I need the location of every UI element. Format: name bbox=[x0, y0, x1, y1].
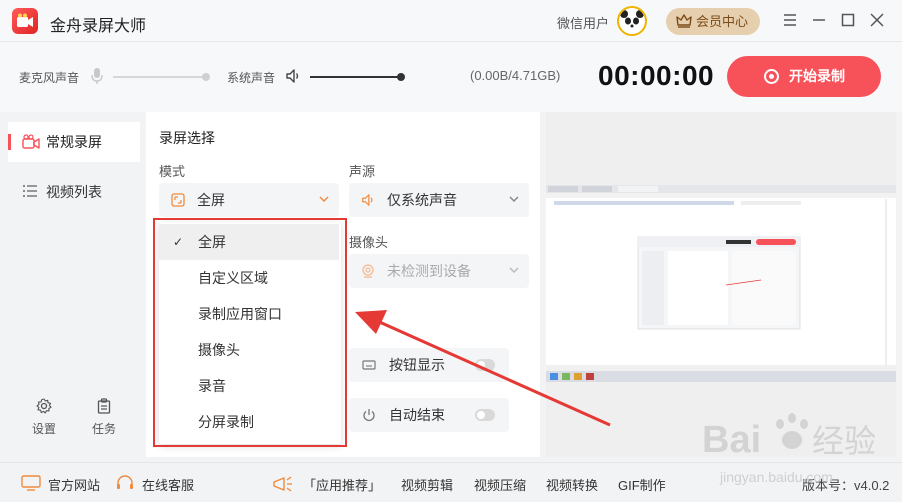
maximize-icon[interactable] bbox=[840, 12, 856, 28]
mic-volume-knob[interactable] bbox=[202, 73, 210, 81]
gear-icon bbox=[36, 398, 52, 414]
member-center-button[interactable]: 会员中心 bbox=[666, 8, 760, 35]
speaker-icon bbox=[362, 194, 373, 206]
mode-label: 模式 bbox=[159, 164, 186, 179]
tasks-button[interactable]: 任务 bbox=[84, 398, 124, 437]
minimize-icon[interactable] bbox=[811, 12, 827, 28]
panda-avatar-icon bbox=[620, 10, 644, 32]
sidebar-item-video-list[interactable]: 视频列表 bbox=[8, 172, 140, 212]
camera-icon bbox=[22, 134, 40, 149]
camera-value: 未检测到设备 bbox=[387, 263, 471, 279]
svg-text:经验: 经验 bbox=[812, 422, 876, 460]
monitor-icon bbox=[21, 475, 41, 491]
watermark-url: jingyan.baidu.com bbox=[719, 469, 833, 485]
tasks-label: 任务 bbox=[91, 422, 116, 436]
sidebar-item-regular-recording[interactable]: 常规录屏 bbox=[8, 122, 140, 162]
avatar[interactable] bbox=[617, 6, 647, 36]
chevron-down-icon bbox=[509, 196, 519, 203]
clipboard-icon bbox=[97, 398, 111, 414]
baidu-jingyan-watermark: Bai 经验 jingyan.baidu.com bbox=[700, 400, 890, 488]
video-compress-link[interactable]: 视频压缩 bbox=[474, 475, 526, 494]
mic-volume-slider[interactable] bbox=[113, 76, 207, 78]
svg-text:Bai: Bai bbox=[702, 419, 761, 461]
audio-source-select[interactable]: 仅系统声音 bbox=[349, 183, 529, 217]
audio-source-value: 仅系统声音 bbox=[387, 192, 457, 208]
camera-select[interactable]: 未检测到设备 bbox=[349, 254, 529, 288]
app-recommend-link[interactable]: 「应用推荐」 bbox=[303, 475, 381, 494]
start-recording-button[interactable]: 开始录制 bbox=[727, 56, 881, 97]
camera-label: 摄像头 bbox=[349, 235, 389, 250]
system-volume-label: 系统声音 bbox=[227, 71, 276, 85]
online-support-link[interactable]: 在线客服 bbox=[142, 475, 194, 494]
video-edit-link[interactable]: 视频剪辑 bbox=[401, 475, 453, 494]
annotation-arrow bbox=[355, 310, 611, 427]
gif-maker-link[interactable]: GIF制作 bbox=[618, 475, 666, 494]
chevron-down-icon bbox=[319, 196, 329, 203]
app-title: 金舟录屏大师 bbox=[50, 18, 147, 35]
system-volume-slider[interactable] bbox=[310, 76, 400, 78]
megaphone-icon bbox=[273, 476, 292, 492]
webcam-icon bbox=[362, 264, 374, 278]
mic-volume-label: 麦克风声音 bbox=[19, 71, 80, 85]
crown-icon bbox=[676, 14, 692, 28]
storage-usage: (0.00B/4.71GB) bbox=[470, 68, 561, 83]
system-volume-knob[interactable] bbox=[397, 73, 405, 81]
menu-icon[interactable] bbox=[782, 12, 798, 28]
fullscreen-icon bbox=[171, 193, 185, 207]
close-icon[interactable] bbox=[869, 12, 885, 28]
recording-timer: 00:00:00 bbox=[598, 60, 715, 91]
app-logo bbox=[12, 8, 38, 34]
video-convert-link[interactable]: 视频转换 bbox=[546, 475, 598, 494]
settings-label: 设置 bbox=[31, 422, 56, 436]
recording-toolbar: 麦克风声音 系统声音 (0.00B/4.71GB) 00:00:00 开始录制 bbox=[0, 42, 902, 112]
annotation-highlight-box bbox=[153, 218, 347, 447]
title-bar: 金舟录屏大师 微信用户 会员中心 bbox=[0, 0, 902, 42]
headset-icon bbox=[117, 475, 133, 489]
chevron-down-icon bbox=[509, 267, 519, 274]
start-recording-label: 开始录制 bbox=[789, 68, 845, 84]
mode-select[interactable]: 全屏 bbox=[159, 183, 339, 217]
list-icon bbox=[23, 185, 37, 197]
sidebar-item-label: 视频列表 bbox=[46, 184, 102, 200]
official-site-link[interactable]: 官方网站 bbox=[48, 475, 100, 494]
baidu-logo-watermark: Bai 经验 jingyan.baidu.com bbox=[702, 413, 876, 485]
settings-button[interactable]: 设置 bbox=[24, 398, 64, 437]
speaker-icon[interactable] bbox=[285, 68, 301, 84]
microphone-icon[interactable] bbox=[91, 67, 103, 85]
member-center-label: 会员中心 bbox=[696, 14, 749, 29]
record-icon bbox=[764, 69, 779, 84]
film-camera-icon bbox=[17, 13, 33, 27]
section-title: 录屏选择 bbox=[159, 130, 215, 146]
mode-select-value: 全屏 bbox=[197, 192, 225, 208]
sidebar-item-label: 常规录屏 bbox=[46, 134, 102, 150]
audio-source-label: 声源 bbox=[349, 164, 376, 179]
user-name[interactable]: 微信用户 bbox=[557, 13, 609, 32]
